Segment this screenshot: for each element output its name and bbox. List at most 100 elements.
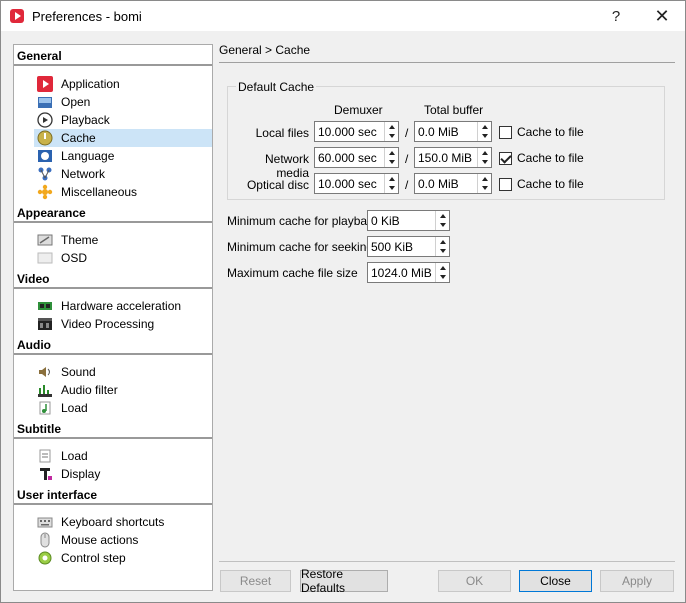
section-audio: Audio (14, 336, 212, 355)
spin-arrows[interactable] (477, 174, 491, 193)
spin-arrows[interactable] (477, 148, 491, 167)
optical-disc-cache-to-file-checkbox[interactable]: Cache to file (499, 177, 584, 191)
preferences-window: Preferences - bomi ? ✕ General Applicati… (0, 0, 686, 603)
spin-arrows[interactable] (477, 122, 491, 141)
spin-arrows[interactable] (435, 211, 449, 230)
section-subtitle: Subtitle (14, 420, 212, 439)
spin-down-icon[interactable] (436, 273, 449, 283)
local-files-demuxer-spinbox[interactable]: 10.000 sec (314, 121, 399, 142)
restore-defaults-button[interactable]: Restore Defaults (300, 567, 388, 595)
apply-button[interactable]: Apply (600, 570, 674, 592)
close-window-button[interactable]: ✕ (639, 1, 685, 31)
checkbox-box[interactable] (499, 125, 512, 139)
spin-arrows[interactable] (384, 122, 398, 141)
nav-item-network[interactable]: Network (34, 165, 212, 183)
title-bar: Preferences - bomi ? ✕ (1, 1, 685, 31)
spin-up-icon[interactable] (385, 174, 398, 184)
spin-value: 0 KiB (371, 213, 400, 228)
spin-down-icon[interactable] (478, 158, 491, 168)
nav-item-open[interactable]: Open (34, 93, 212, 111)
application-icon (37, 76, 53, 92)
spin-up-icon[interactable] (478, 174, 491, 184)
settings-navigation: General Application Open Playback Cache … (13, 44, 213, 591)
spin-up-icon[interactable] (436, 211, 449, 221)
spin-up-icon[interactable] (436, 237, 449, 247)
nav-item-control-step[interactable]: Control step (34, 549, 212, 567)
spin-up-icon[interactable] (478, 122, 491, 132)
nav-item-video-processing[interactable]: Video Processing (34, 315, 212, 333)
subtitle-file-icon (37, 448, 53, 464)
nav-label: Theme (61, 233, 99, 247)
keyboard-icon (37, 514, 53, 530)
language-icon (37, 148, 53, 164)
section-general: General (14, 47, 212, 66)
nav-item-subtitle-load[interactable]: Load (34, 447, 212, 465)
nav-item-osd[interactable]: OSD (34, 249, 212, 267)
checkbox-label: Cache to file (517, 125, 584, 139)
optical-disc-total-spinbox[interactable]: 0.0 MiB (414, 173, 492, 194)
checkbox-label: Cache to file (517, 151, 584, 165)
spin-value: 1024.0 MiB (371, 265, 432, 280)
nav-item-cache[interactable]: Cache (34, 129, 212, 147)
spin-arrows[interactable] (435, 263, 449, 282)
spin-arrows[interactable] (435, 237, 449, 256)
checkbox-box[interactable] (499, 177, 512, 191)
network-media-total-spinbox[interactable]: 150.0 MiB (414, 147, 492, 168)
spin-up-icon[interactable] (385, 148, 398, 158)
theme-icon (37, 232, 53, 248)
spin-down-icon[interactable] (478, 184, 491, 194)
spin-up-icon[interactable] (478, 148, 491, 158)
reset-button[interactable]: Reset (220, 570, 291, 592)
nav-item-subtitle-display[interactable]: Display (34, 465, 212, 483)
help-button[interactable]: ? (593, 1, 639, 31)
optical-disc-demuxer-spinbox[interactable]: 10.000 sec (314, 173, 399, 194)
breadcrumb: General > Cache (219, 43, 311, 57)
text-icon (37, 466, 53, 482)
spin-down-icon[interactable] (385, 158, 398, 168)
nav-item-sound[interactable]: Sound (34, 363, 212, 381)
ok-button[interactable]: OK (438, 570, 511, 592)
control-step-icon (37, 550, 53, 566)
spin-value: 0.0 MiB (418, 124, 459, 139)
nav-item-audio-load[interactable]: Load (34, 399, 212, 417)
spin-value: 10.000 sec (318, 176, 377, 191)
nav-item-language[interactable]: Language (34, 147, 212, 165)
spin-value: 150.0 MiB (418, 150, 473, 165)
network-media-cache-to-file-checkbox[interactable]: Cache to file (499, 151, 584, 165)
min-cache-playback-label: Minimum cache for playback (227, 214, 380, 228)
spin-arrows[interactable] (384, 174, 398, 193)
spin-down-icon[interactable] (436, 247, 449, 257)
nav-item-application[interactable]: Application (34, 75, 212, 93)
spin-down-icon[interactable] (385, 132, 398, 142)
checkbox-box[interactable] (499, 151, 512, 165)
network-media-demuxer-spinbox[interactable]: 60.000 sec (314, 147, 399, 168)
max-cache-file-size-spinbox[interactable]: 1024.0 MiB (367, 262, 450, 283)
nav-label: Open (61, 95, 91, 109)
network-icon (37, 166, 53, 182)
min-cache-seeking-spinbox[interactable]: 500 KiB (367, 236, 450, 257)
nav-label: Display (61, 467, 101, 481)
nav-item-audio-filter[interactable]: Audio filter (34, 381, 212, 399)
spin-down-icon[interactable] (478, 132, 491, 142)
nav-label: Playback (61, 113, 110, 127)
spin-down-icon[interactable] (385, 184, 398, 194)
nav-item-hardware-acceleration[interactable]: Hardware acceleration (34, 297, 212, 315)
nav-label: Network (61, 167, 106, 181)
nav-item-miscellaneous[interactable]: Miscellaneous (34, 183, 212, 201)
open-icon (37, 94, 53, 110)
close-button[interactable]: Close (519, 570, 592, 592)
local-files-total-spinbox[interactable]: 0.0 MiB (414, 121, 492, 142)
min-cache-playback-spinbox[interactable]: 0 KiB (367, 210, 450, 231)
nav-item-keyboard-shortcuts[interactable]: Keyboard shortcuts (34, 513, 212, 531)
spin-down-icon[interactable] (436, 221, 449, 231)
nav-item-mouse-actions[interactable]: Mouse actions (34, 531, 212, 549)
nav-item-theme[interactable]: Theme (34, 231, 212, 249)
nav-label: Control step (61, 551, 126, 565)
nav-label: OSD (61, 251, 88, 265)
speaker-icon (37, 364, 53, 380)
spin-up-icon[interactable] (436, 263, 449, 273)
nav-item-playback[interactable]: Playback (34, 111, 212, 129)
spin-arrows[interactable] (384, 148, 398, 167)
spin-up-icon[interactable] (385, 122, 398, 132)
local-files-cache-to-file-checkbox[interactable]: Cache to file (499, 125, 584, 139)
